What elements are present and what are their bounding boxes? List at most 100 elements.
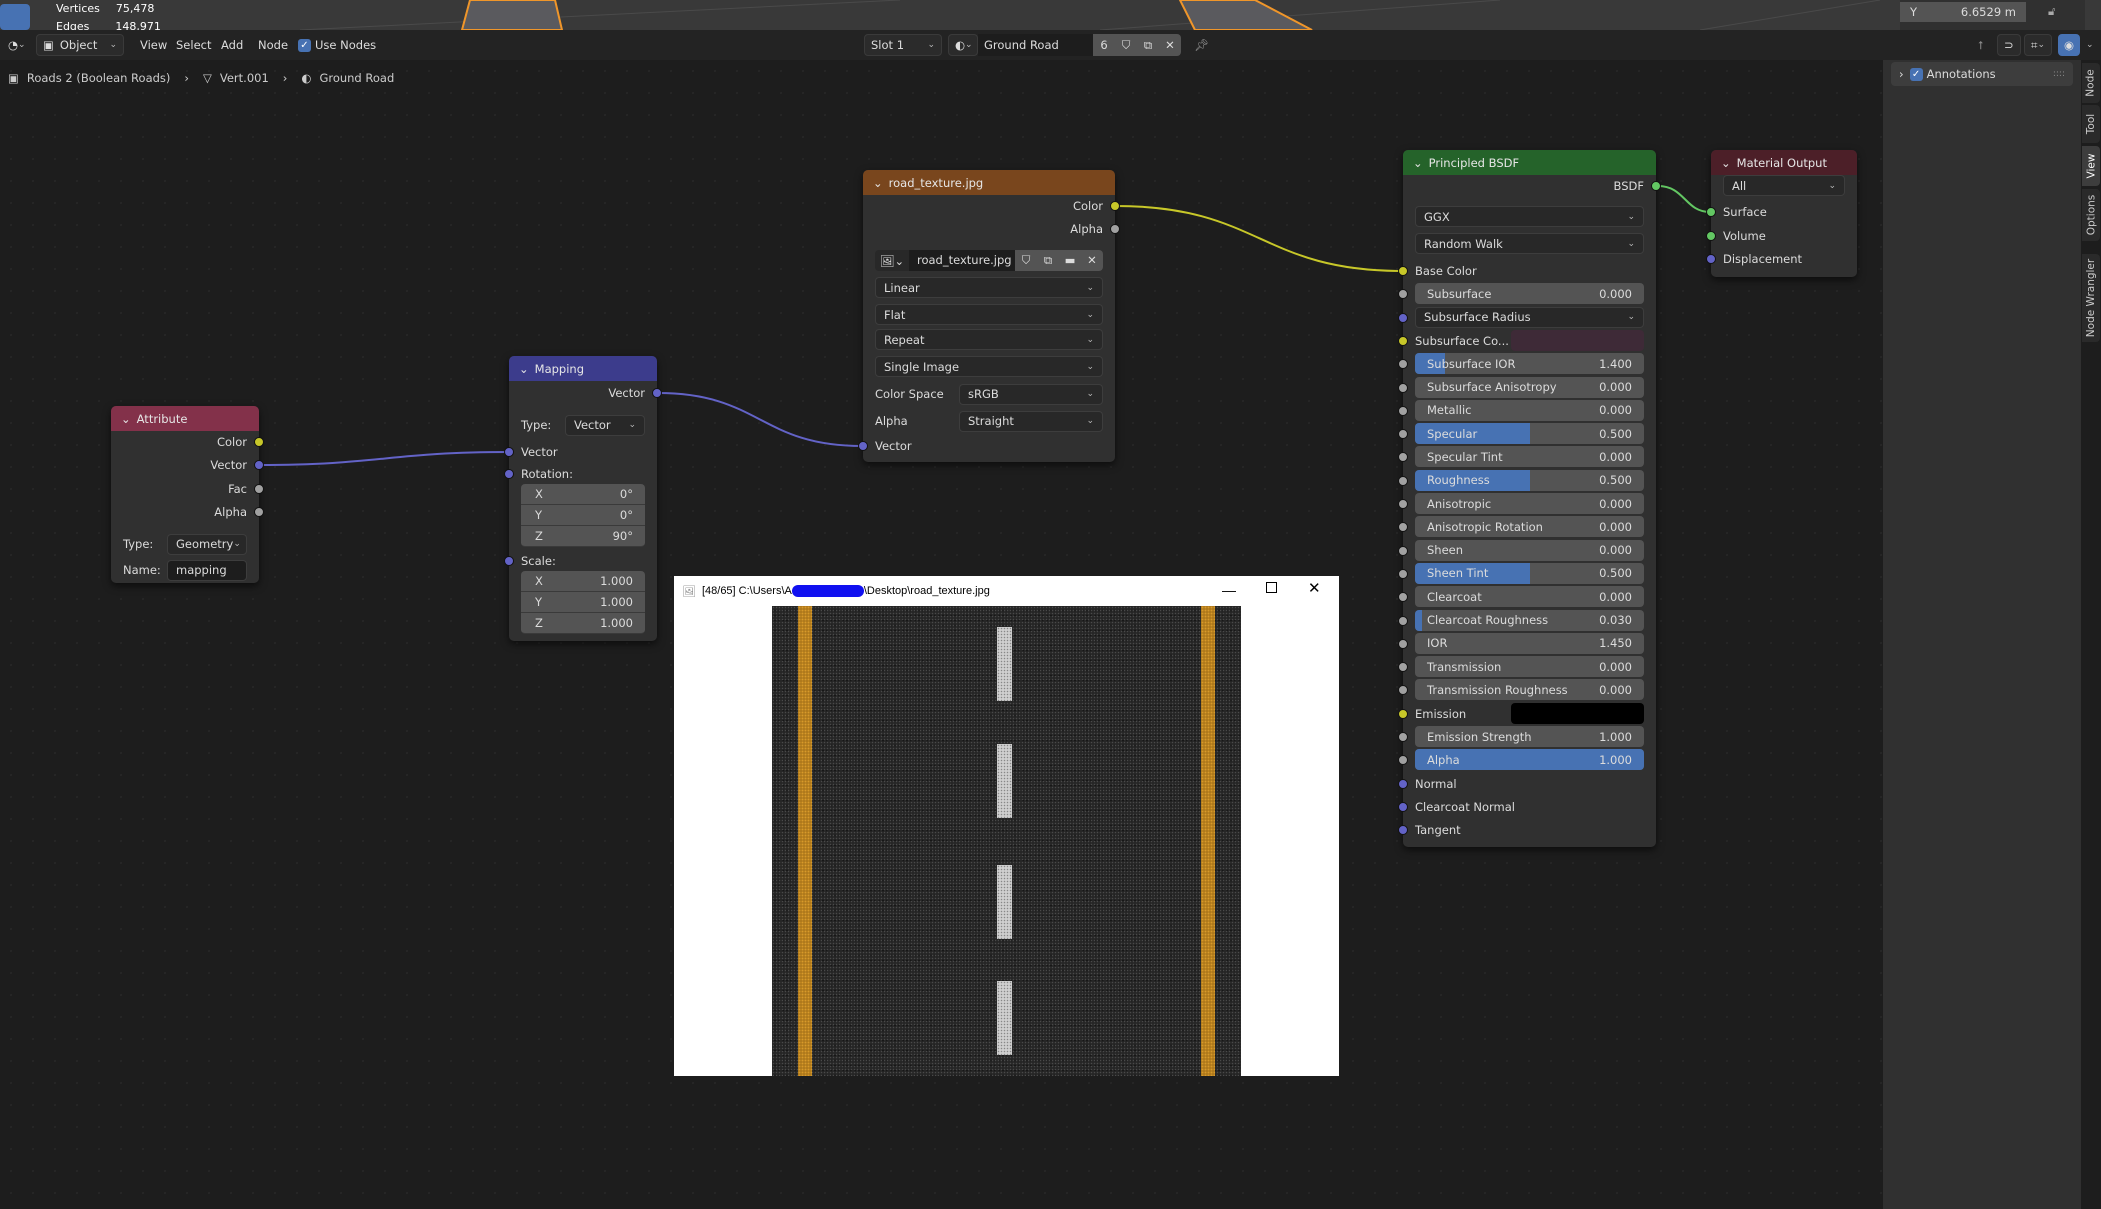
tab-node[interactable]: Node	[2082, 63, 2100, 103]
socket-shader[interactable]	[1706, 207, 1716, 217]
chevron-right-icon[interactable]: ›	[1899, 67, 1904, 81]
socket-color[interactable]	[254, 437, 264, 447]
alpha-mode-dropdown[interactable]: Straight ⌄	[959, 410, 1103, 432]
open-folder-icon[interactable]: ▬	[1059, 250, 1081, 271]
minimize-icon[interactable]: —	[1222, 582, 1236, 598]
socket-grey[interactable]	[1398, 755, 1408, 766]
socket-vector[interactable]	[504, 447, 514, 457]
socket-grey[interactable]	[1398, 638, 1408, 649]
attribute-name-input[interactable]: mapping	[167, 559, 247, 581]
sheen-slider[interactable]: Sheen 0.000	[1415, 539, 1644, 561]
socket-vector[interactable]	[1706, 254, 1716, 264]
socket-float[interactable]	[1110, 224, 1120, 234]
node-header[interactable]: ⌄ Material Output	[1711, 150, 1857, 175]
socket-vector[interactable]	[504, 469, 514, 479]
socket-grey[interactable]	[1398, 732, 1408, 742]
node-header[interactable]: ⌄ road_texture.jpg	[863, 170, 1115, 195]
collapse-chevron-icon[interactable]: ⌄	[1721, 156, 1731, 170]
fake-user-shield-icon[interactable]: ⛉	[1015, 250, 1037, 271]
close-icon[interactable]: ✕	[1308, 579, 1321, 597]
socket-grey[interactable]	[1398, 405, 1408, 416]
source-dropdown[interactable]: Single Image ⌄	[875, 356, 1103, 377]
socket-vector[interactable]	[652, 388, 662, 398]
socket-blue[interactable]	[1398, 312, 1408, 323]
sheen-tint-slider[interactable]: Sheen Tint 0.500	[1415, 562, 1644, 584]
socket-yellow[interactable]	[1398, 708, 1408, 719]
attribute-node[interactable]: ⌄ Attribute Color Vector Fac Alpha Type: G…	[111, 406, 264, 583]
principled-bsdf-node[interactable]: ⌄ Principled BSDF BSDF GGX ⌄ Random Walk ⌄ …	[1398, 150, 1661, 847]
projection-dropdown[interactable]: Flat ⌄	[875, 304, 1103, 325]
subsurface-method-dropdown[interactable]: Random Walk ⌄	[1415, 233, 1644, 254]
image-viewer-window[interactable]: 🖼︎ [48/65] C:\Users\A \Desktop\road_text…	[674, 576, 1339, 1076]
socket-blue[interactable]	[1398, 778, 1408, 789]
collapse-chevron-icon[interactable]: ⌄	[1413, 156, 1423, 170]
socket-grey[interactable]	[1398, 568, 1408, 579]
socket-grey[interactable]	[1398, 499, 1408, 509]
collapse-chevron-icon[interactable]: ⌄	[873, 176, 883, 190]
socket-vector[interactable]	[504, 556, 514, 566]
socket-grey[interactable]	[1398, 662, 1408, 673]
duplicate-image-icon[interactable]: ⧉	[1037, 250, 1059, 271]
unlink-x-icon[interactable]: ✕	[1081, 250, 1103, 271]
node-header[interactable]: ⌄ Attribute	[111, 406, 259, 431]
mapping-node[interactable]: ⌄ Mapping Vector Type: Vector ⌄ Vector Rota…	[504, 356, 662, 641]
mapping-type-dropdown[interactable]: Vector ⌄	[565, 414, 645, 436]
ior-slider[interactable]: IOR 1.450	[1415, 632, 1644, 654]
subsurface-slider[interactable]: Subsurface 0.000	[1415, 283, 1644, 305]
annotations-panel-header[interactable]: › ✓ Annotations ::::	[1891, 62, 2073, 86]
alpha-slider[interactable]: Alpha 1.000	[1415, 749, 1644, 771]
anisotropic-rotation-slider[interactable]: Anisotropic Rotation 0.000	[1415, 516, 1644, 538]
socket-grey[interactable]	[1398, 475, 1408, 486]
maximize-icon[interactable]	[1266, 582, 1277, 593]
socket-grey[interactable]	[1398, 359, 1408, 370]
socket-grey[interactable]	[1398, 429, 1408, 440]
roughness-slider[interactable]: Roughness 0.500	[1415, 469, 1644, 491]
socket-color[interactable]	[1110, 201, 1120, 211]
distribution-dropdown[interactable]: GGX ⌄	[1415, 206, 1644, 227]
tab-tool[interactable]: Tool	[2082, 105, 2100, 143]
material-output-node[interactable]: ⌄ Material Output All ⌄ Surface Volume Dis…	[1706, 150, 1857, 277]
socket-grey[interactable]	[1398, 615, 1408, 626]
viewer-title-bar[interactable]: 🖼︎ [48/65] C:\Users\A \Desktop\road_text…	[674, 576, 1339, 606]
anisotropic-slider[interactable]: Anisotropic 0.000	[1415, 493, 1644, 514]
image-texture-node[interactable]: ⌄ road_texture.jpg Color Alpha 🖼︎⌄ road_t…	[858, 170, 1120, 462]
tab-node-wrangler[interactable]: Node Wrangler	[2082, 254, 2100, 342]
socket-vector[interactable]	[254, 460, 264, 470]
socket-grey[interactable]	[1398, 685, 1408, 696]
socket-grey[interactable]	[1398, 289, 1408, 300]
subsurface-co-color-swatch[interactable]	[1511, 330, 1644, 352]
transmission-roughness-slider[interactable]: Transmission Roughness 0.000	[1415, 679, 1644, 701]
rotation-z-field[interactable]: Z 90°	[521, 526, 645, 547]
rotation-x-field[interactable]: X 0°	[521, 484, 645, 505]
tab-options[interactable]: Options	[2082, 189, 2100, 241]
node-header[interactable]: ⌄ Principled BSDF	[1403, 150, 1656, 175]
emission-color-swatch[interactable]	[1511, 703, 1644, 725]
drag-handle-icon[interactable]: ::::	[2053, 69, 2065, 79]
scale-x-field[interactable]: X 1.000	[521, 571, 645, 592]
scale-y-field[interactable]: Y 1.000	[521, 592, 645, 613]
socket-blue[interactable]	[1398, 801, 1408, 812]
subsurface-radius-dropdown[interactable]: Subsurface Radius ⌄	[1415, 306, 1644, 328]
socket-yellow[interactable]	[1398, 335, 1408, 346]
node-header[interactable]: ⌄ Mapping	[509, 356, 657, 381]
socket-float[interactable]	[254, 507, 264, 517]
socket-vector[interactable]	[858, 441, 868, 451]
interpolation-dropdown[interactable]: Linear ⌄	[875, 277, 1103, 298]
clearcoat-roughness-slider[interactable]: Clearcoat Roughness 0.030	[1415, 609, 1644, 631]
transmission-slider[interactable]: Transmission 0.000	[1415, 656, 1644, 678]
subsurface-anisotropy-slider[interactable]: Subsurface Anisotropy 0.000	[1415, 376, 1644, 398]
socket-yellow[interactable]	[1398, 266, 1408, 276]
subsurface-ior-slider[interactable]: Subsurface IOR 1.400	[1415, 353, 1644, 375]
attribute-type-dropdown[interactable]: Geometry ⌄	[167, 533, 247, 555]
socket-shader[interactable]	[1706, 231, 1716, 241]
specular-tint-slider[interactable]: Specular Tint 0.000	[1415, 446, 1644, 468]
collapse-chevron-icon[interactable]: ⌄	[121, 412, 131, 426]
socket-grey[interactable]	[1398, 382, 1408, 393]
socket-grey[interactable]	[1398, 522, 1408, 533]
tab-view[interactable]: View	[2082, 146, 2100, 186]
socket-grey[interactable]	[1398, 452, 1408, 463]
color-space-dropdown[interactable]: sRGB ⌄	[959, 383, 1103, 405]
metallic-slider[interactable]: Metallic 0.000	[1415, 399, 1644, 421]
socket-grey[interactable]	[1398, 545, 1408, 556]
specular-slider[interactable]: Specular 0.500	[1415, 423, 1644, 445]
